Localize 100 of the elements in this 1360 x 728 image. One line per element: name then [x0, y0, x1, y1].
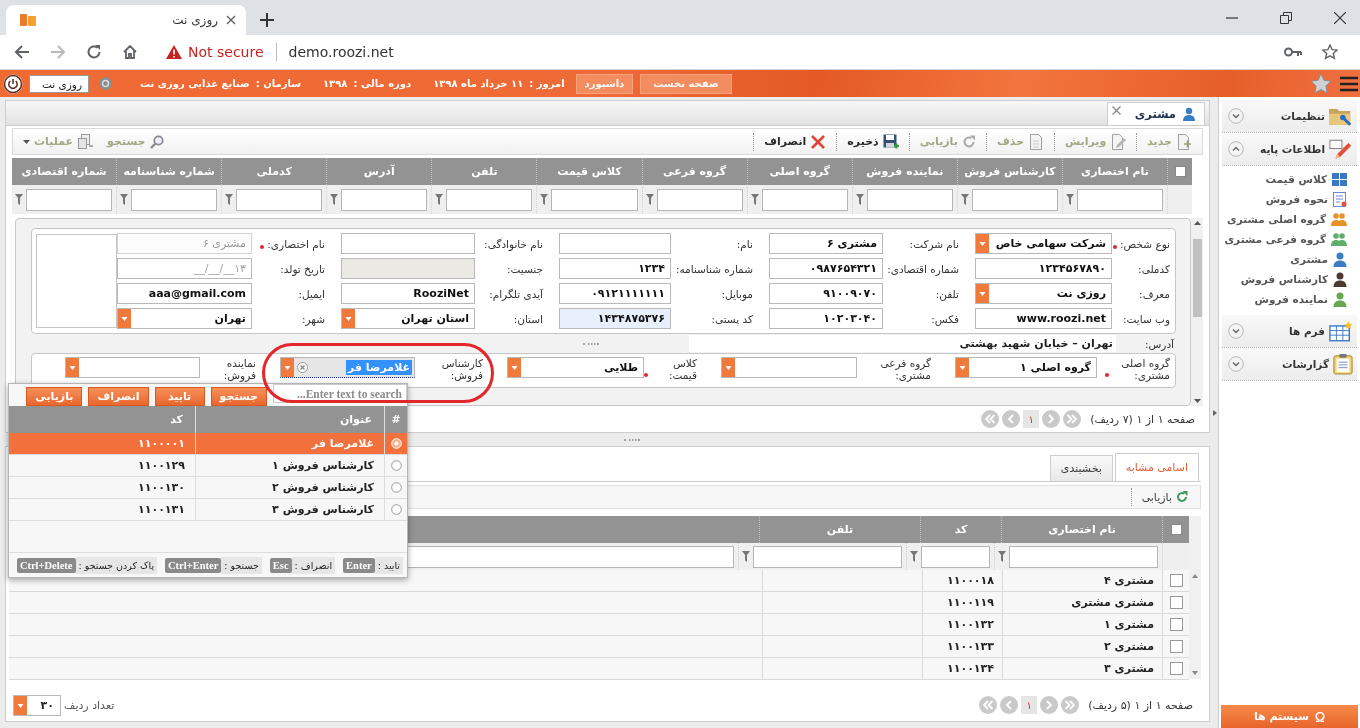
collapse-arrow-icon[interactable] [1213, 409, 1217, 416]
address-field[interactable]: Not secure demo.roozi.net [166, 38, 1264, 66]
caret-icon[interactable] [508, 358, 521, 377]
filter-icon[interactable] [14, 194, 23, 205]
chevron-right-icon[interactable] [1040, 696, 1059, 714]
filter-icon[interactable] [855, 194, 864, 205]
caret-icon[interactable] [281, 358, 294, 377]
key-icon[interactable] [1284, 46, 1302, 58]
filter-icon[interactable] [998, 551, 1006, 562]
chevron-down-icon[interactable] [1228, 356, 1244, 372]
text-field[interactable]: ۱۲۳۴ [559, 258, 671, 279]
caret-icon[interactable] [14, 695, 27, 715]
back-arrow-icon[interactable] [14, 44, 30, 60]
filter-icon[interactable] [1065, 194, 1074, 205]
page-number[interactable]: ۱ [1021, 696, 1038, 714]
text-field[interactable]: ۱۴۳۴۸۷۵۳۷۶ [559, 308, 671, 329]
dropdown-field[interactable] [65, 357, 200, 378]
list-row[interactable]: کارشناس فروش ۳ ۱۱۰۰۱۳۱ [9, 499, 407, 521]
text-field[interactable]: ۹۱۰۰۹۰۷۰ [769, 283, 883, 304]
text-field[interactable]: www.roozi.net [975, 308, 1112, 329]
radio-icon[interactable] [390, 504, 402, 515]
url-text[interactable]: demo.roozi.net [288, 44, 394, 60]
text-field[interactable]: aaa@gmail.com [117, 283, 252, 304]
checkbox[interactable] [1170, 524, 1182, 535]
filter-field[interactable] [1076, 188, 1163, 211]
forward-arrow-icon[interactable] [50, 44, 66, 60]
home-icon[interactable] [122, 44, 138, 60]
arrow-up-icon[interactable] [1193, 221, 1201, 225]
tab[interactable]: بخشبندی [1049, 455, 1113, 481]
filter-field[interactable] [236, 188, 323, 211]
tab[interactable]: اسامی مشابه [1114, 453, 1199, 481]
scrollbar[interactable] [1189, 516, 1201, 679]
filter-icon[interactable] [435, 194, 444, 205]
power-icon[interactable] [3, 73, 23, 94]
filter-icon[interactable] [910, 551, 918, 562]
checkbox[interactable] [1169, 574, 1183, 587]
menu-item[interactable]: گروه اصلی مشتری [1219, 209, 1360, 229]
text-field[interactable]: ۱۰۲۰۳۰۴۰ [769, 308, 883, 329]
section-header[interactable]: گزارشات [1222, 348, 1357, 381]
caret-icon[interactable] [976, 284, 989, 303]
caret-icon[interactable] [66, 358, 79, 377]
filter-field[interactable] [131, 188, 218, 211]
reload-icon[interactable] [86, 44, 102, 60]
menu-icon[interactable] [1340, 75, 1358, 92]
star-icon[interactable] [1311, 74, 1331, 93]
text-field[interactable]: ۰۹۱۲۱۱۱۱۱۱۱ [559, 283, 671, 304]
arrow-up-icon[interactable] [1192, 574, 1198, 578]
checkbox[interactable] [1174, 166, 1186, 177]
filter-field[interactable] [446, 188, 533, 211]
scrollbar[interactable] [1191, 218, 1203, 406]
company-select[interactable]: روزی نت [29, 74, 89, 93]
page-size-select[interactable]: ۳۰ [13, 694, 61, 716]
drag-handle-icon[interactable] [623, 437, 640, 442]
text-field[interactable]: ۰۹۸۷۶۵۴۳۲۱ [769, 258, 883, 279]
list-row[interactable]: کارشناس فروش ۲ ۱۱۰۰۱۳۰ [9, 477, 407, 499]
text-field[interactable]: مشتری ۶ [769, 233, 883, 254]
filter-icon[interactable] [742, 551, 750, 562]
checkbox[interactable] [1169, 618, 1183, 631]
browser-tab[interactable]: روزی نت [6, 5, 246, 35]
filter-icon[interactable] [540, 194, 549, 205]
caret-icon[interactable] [722, 358, 735, 377]
security-label[interactable]: Not secure [188, 44, 264, 60]
close-icon[interactable] [226, 15, 236, 25]
menu-item[interactable]: گروه فرعی مشتری [1219, 229, 1360, 249]
dropdown-field[interactable]: تهران [117, 308, 252, 329]
filter-field[interactable] [341, 188, 428, 211]
caret-icon[interactable] [342, 309, 355, 328]
filter-field[interactable] [25, 188, 113, 211]
filter-field[interactable] [656, 188, 743, 211]
text-field[interactable]: ۱۲۳۴۵۶۷۸۹۰ [975, 258, 1112, 279]
text-field[interactable] [341, 233, 475, 254]
menu-item[interactable]: مشتری [1219, 249, 1360, 269]
filter-icon[interactable] [120, 194, 129, 205]
toolbar-button[interactable]: ذخیره [843, 133, 903, 150]
chevron-left-icon[interactable] [1002, 410, 1021, 428]
menu-item[interactable]: کلاس قیمت [1219, 169, 1360, 189]
dropdown-field[interactable]: روزی نت [975, 283, 1112, 304]
dropdown-field[interactable] [721, 357, 857, 378]
caret-icon[interactable] [976, 234, 989, 253]
filter-field[interactable] [551, 188, 638, 211]
radio-icon[interactable] [390, 482, 402, 493]
radio-icon[interactable] [390, 460, 402, 471]
section-header[interactable]: اطلاعات پایه [1222, 133, 1357, 166]
section-header[interactable]: فرم ها [1222, 315, 1357, 348]
filter-field[interactable] [753, 545, 902, 568]
checkbox[interactable] [1169, 662, 1183, 675]
double-chevron-left-icon[interactable] [979, 696, 998, 714]
circle-icon[interactable] [99, 77, 112, 90]
menu-item[interactable]: کارشناس فروش [1219, 269, 1360, 289]
caret-icon[interactable] [956, 358, 969, 377]
toolbar-button[interactable]: انصراف [760, 133, 831, 150]
filter-icon[interactable] [225, 194, 234, 205]
filter-icon[interactable] [645, 194, 654, 205]
double-chevron-right-icon[interactable] [1061, 696, 1080, 714]
caret-icon[interactable] [118, 309, 131, 328]
page-number[interactable]: ۱ [1023, 410, 1040, 428]
clear-icon[interactable] [297, 362, 308, 373]
star-icon[interactable] [1322, 44, 1338, 60]
filter-field[interactable] [761, 188, 848, 211]
text-field[interactable]: RooziNet [341, 283, 475, 304]
